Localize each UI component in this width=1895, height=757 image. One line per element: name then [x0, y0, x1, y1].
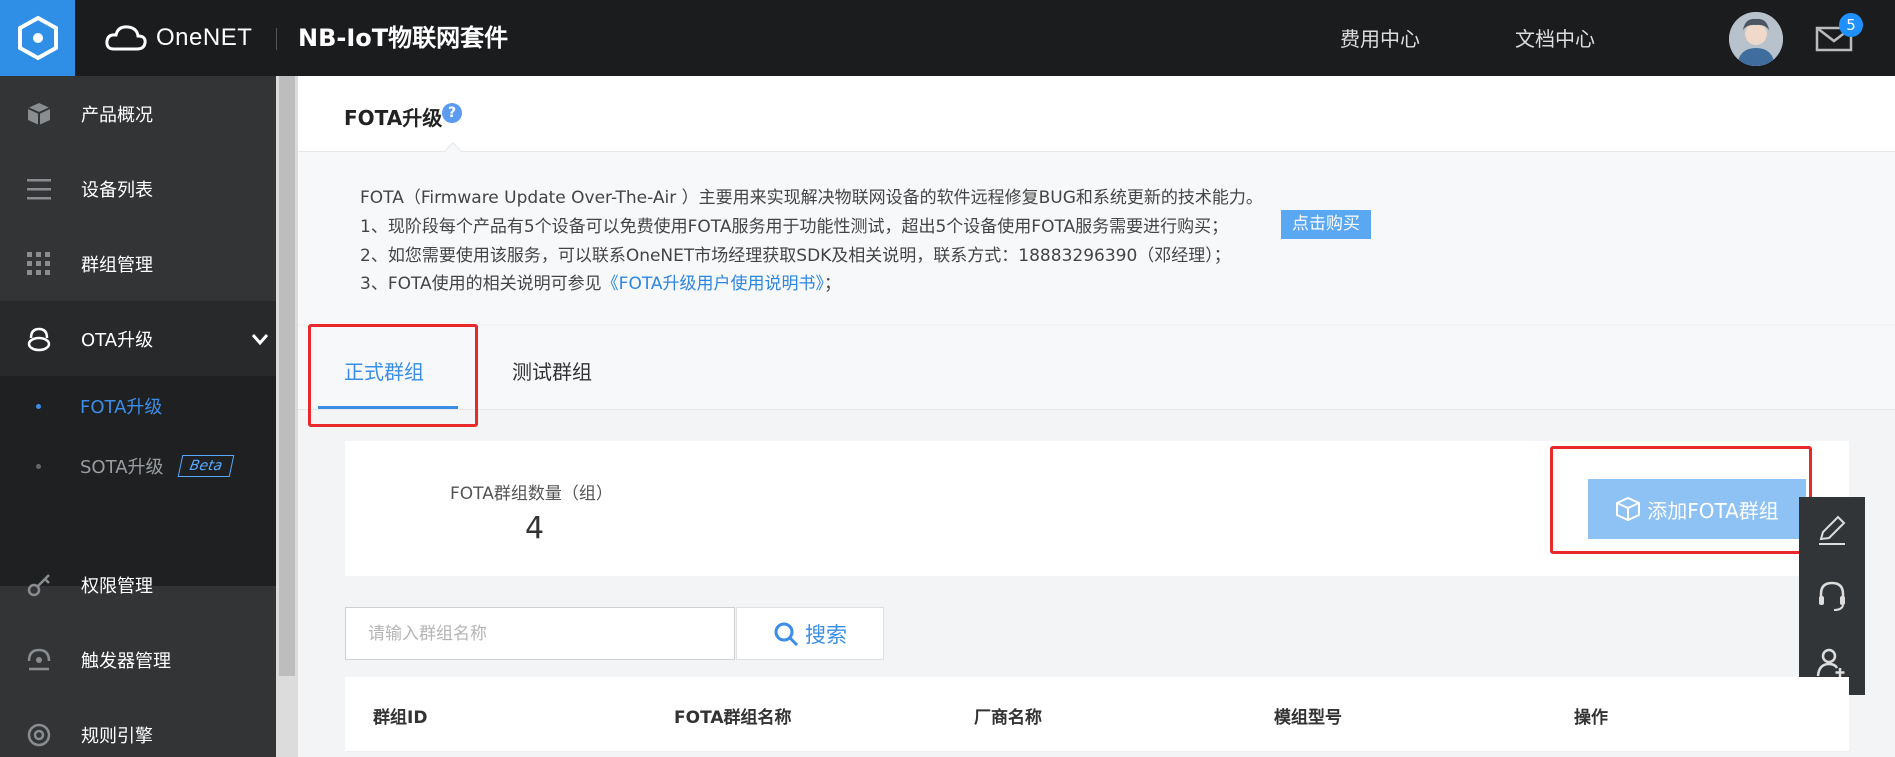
- sidebar-item-label: 权限管理: [81, 575, 153, 597]
- page-header: FOTA升级 ?: [298, 76, 1895, 162]
- group-name-search-input[interactable]: [345, 607, 735, 660]
- user-avatar-icon: [1729, 12, 1783, 66]
- sidebar-item-product-overview[interactable]: 产品概况: [0, 76, 276, 151]
- description-panel: FOTA（Firmware Update Over-The-Air ）主要用来实…: [298, 152, 1895, 324]
- sidebar-scrollbar[interactable]: [276, 76, 298, 757]
- column-header-vendor: 厂商名称: [974, 708, 1042, 728]
- grid-icon: [25, 250, 53, 278]
- description-line: FOTA（Firmware Update Over-The-Air ）主要用来实…: [360, 188, 1263, 208]
- group-count-value: 4: [525, 511, 545, 546]
- sidebar-item-label: 产品概况: [81, 104, 153, 126]
- hexagon-logo-icon: [17, 15, 58, 61]
- sidebar-item-group-management[interactable]: 群组管理: [0, 226, 276, 301]
- fota-manual-link[interactable]: 《FOTA升级用户使用说明书》: [602, 274, 824, 294]
- sidebar-item-permission-management[interactable]: 权限管理: [0, 547, 276, 622]
- ota-icon: [25, 325, 53, 353]
- suite-title: NB-IoT物联网套件: [298, 24, 509, 52]
- nav-docs-center[interactable]: 文档中心: [1515, 26, 1595, 52]
- floating-toolbar: [1799, 497, 1865, 695]
- search-button[interactable]: 搜索: [736, 607, 884, 660]
- key-icon: [25, 571, 53, 599]
- sidebar-item-device-list[interactable]: 设备列表: [0, 151, 276, 226]
- beta-badge: Beta: [177, 455, 235, 477]
- support-tool-button[interactable]: [1799, 563, 1865, 629]
- help-icon[interactable]: ?: [442, 103, 462, 123]
- headset-icon: [1819, 581, 1845, 611]
- sidebar-item-label: 触发器管理: [81, 650, 171, 672]
- column-header-group-name: FOTA群组名称: [674, 708, 792, 728]
- description-line: 3、FOTA使用的相关说明可参见《FOTA升级用户使用说明书》；: [360, 269, 841, 294]
- brand-name: OneNET: [156, 24, 253, 51]
- description-text: ；: [824, 274, 842, 294]
- home-logo-button[interactable]: [0, 0, 75, 76]
- add-fota-group-button[interactable]: 添加FOTA群组: [1588, 479, 1806, 539]
- tab-formal-groups[interactable]: 正式群组: [344, 356, 424, 385]
- cloud-logo-icon: [105, 25, 147, 51]
- description-line: 2、如您需要使用该服务，可以联系OneNET市场经理获取SDK及相关说明，联系方…: [360, 246, 1231, 266]
- list-icon: [25, 175, 53, 203]
- trigger-icon: [25, 646, 53, 674]
- column-header-actions: 操作: [1574, 708, 1608, 728]
- sidebar-item-label: 设备列表: [81, 179, 153, 201]
- sidebar-item-label: OTA升级: [81, 329, 154, 351]
- onenet-brand[interactable]: OneNET: [104, 22, 252, 54]
- scrollbar-thumb[interactable]: [279, 76, 295, 676]
- column-header-group-id: 群组ID: [373, 708, 428, 728]
- feedback-tool-button[interactable]: [1799, 497, 1865, 563]
- submenu-item-sota[interactable]: SOTA升级 Beta: [0, 436, 276, 496]
- chevron-down-icon: [251, 333, 269, 345]
- tab-test-groups[interactable]: 测试群组: [512, 356, 592, 385]
- group-tabs: 正式群组 测试群组: [298, 326, 1895, 410]
- description-text: 3、FOTA使用的相关说明可参见: [360, 274, 602, 294]
- add-fota-group-label: 添加FOTA群组: [1647, 498, 1779, 523]
- add-user-icon: [1816, 648, 1845, 677]
- top-bar: OneNET NB-IoT物联网套件 费用中心 文档中心 5: [0, 0, 1895, 76]
- submenu-item-label: FOTA升级: [80, 397, 163, 418]
- group-table-header: 群组ID FOTA群组名称 厂商名称 模组型号 操作: [345, 677, 1849, 752]
- active-tab-indicator: [318, 406, 458, 409]
- sidebar-item-label: 群组管理: [81, 254, 153, 276]
- inactive-dot-icon: [36, 463, 41, 469]
- sidebar-item-trigger-management[interactable]: 触发器管理: [0, 622, 276, 697]
- group-count-label: FOTA群组数量（组）: [450, 484, 613, 504]
- pencil-icon: [1819, 515, 1846, 545]
- column-header-module-model: 模组型号: [1274, 708, 1342, 728]
- user-avatar[interactable]: [1729, 12, 1783, 66]
- brand-divider: [276, 28, 277, 50]
- submenu-item-fota[interactable]: FOTA升级: [0, 376, 276, 436]
- description-line: 1、现阶段每个产品有5个设备可以免费使用FOTA服务用于功能性测试，超出5个设备…: [360, 217, 1229, 237]
- search-button-label: 搜索: [805, 622, 847, 647]
- page-title: FOTA升级: [344, 106, 443, 130]
- rule-icon: [25, 721, 53, 749]
- box-icon: [1616, 496, 1641, 522]
- submenu-item-label: SOTA升级: [80, 457, 164, 478]
- mail-count-badge: 5: [1839, 13, 1863, 37]
- sidebar: 产品概况 设备列表 群组管理 OTA升级 FOTA升级 SOTA升级 Beta: [0, 76, 276, 757]
- nav-billing-center[interactable]: 费用中心: [1340, 26, 1420, 52]
- buy-button[interactable]: 点击购买: [1281, 210, 1371, 239]
- active-dot-icon: [36, 403, 41, 409]
- sidebar-item-rule-engine[interactable]: 规则引擎: [0, 697, 276, 757]
- cube-icon: [25, 100, 53, 128]
- sidebar-item-ota-upgrade[interactable]: OTA升级: [0, 301, 276, 376]
- search-icon: [774, 622, 799, 646]
- sidebar-item-label: 规则引擎: [81, 725, 153, 747]
